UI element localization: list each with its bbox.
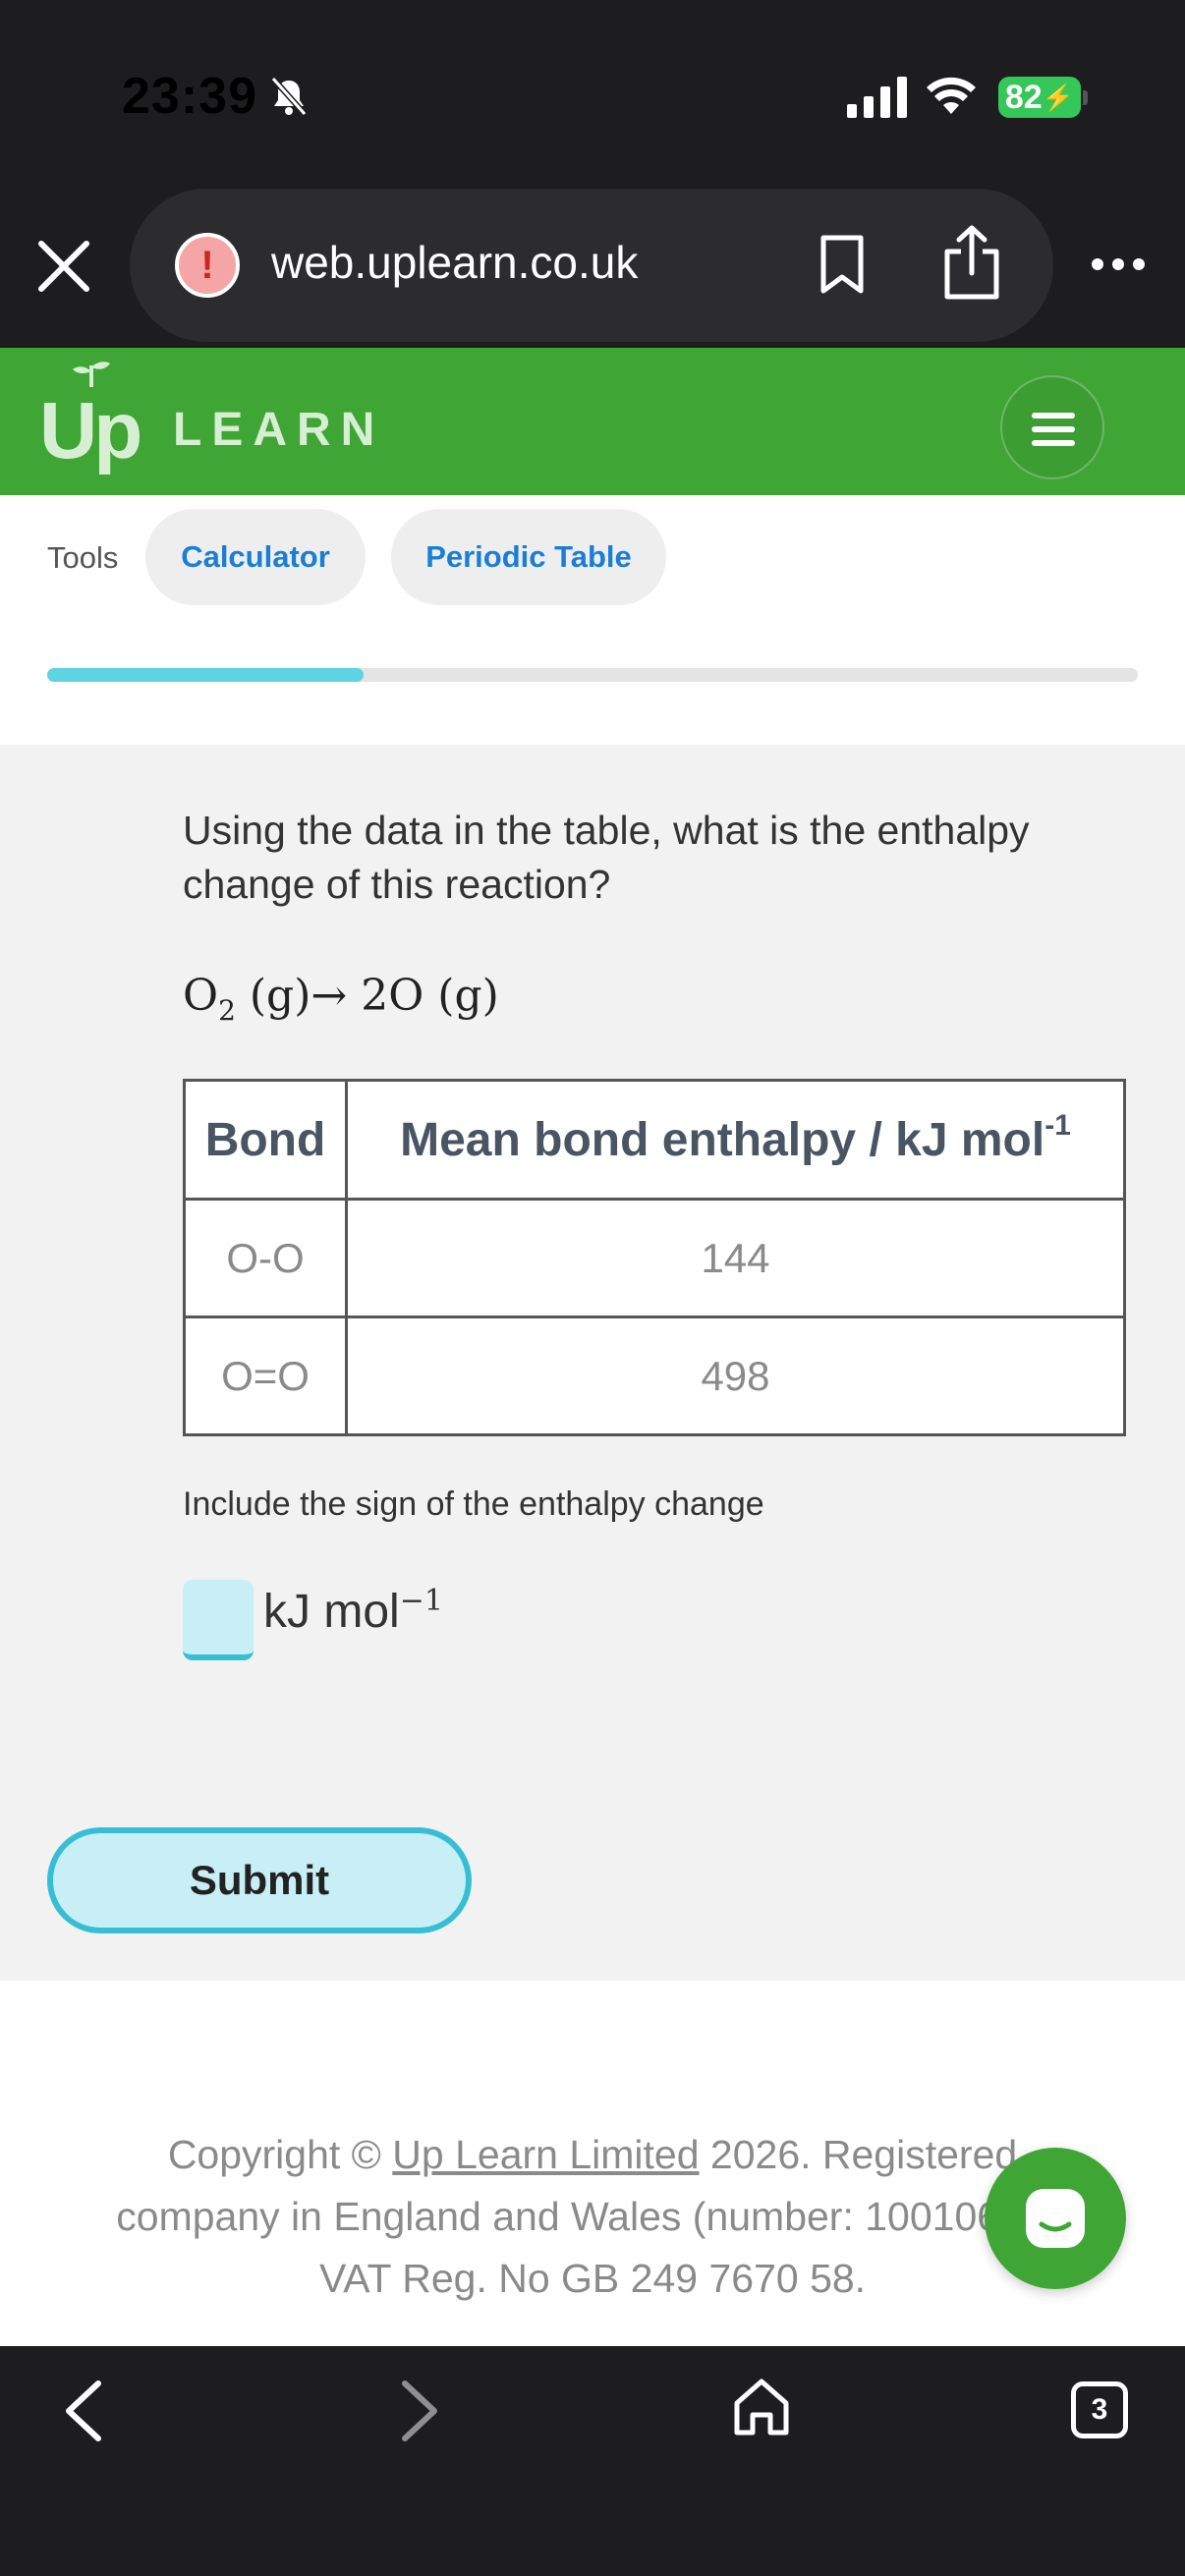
tab-count: 3 — [1091, 2393, 1108, 2426]
hamburger-menu-button[interactable] — [1000, 375, 1104, 479]
table-cell-bond: O-O — [226, 1234, 305, 1281]
battery-level: 82 — [1004, 78, 1043, 116]
home-icon[interactable] — [731, 2376, 792, 2436]
copyright-text: Copyright © Up Learn Limited 2026. Regis… — [98, 2124, 1087, 2310]
reaction-equation: O2 (g)→ 2O (g) — [183, 971, 499, 1027]
battery-indicator: 82 ⚡ — [998, 77, 1081, 118]
menu-line — [1032, 413, 1075, 419]
battery-nub — [1083, 90, 1088, 105]
unit-text: kJ mol — [263, 1586, 400, 1638]
menu-line — [1032, 440, 1075, 446]
close-icon[interactable] — [35, 238, 92, 295]
more-options-icon[interactable] — [1091, 257, 1146, 271]
bell-muted-icon — [270, 77, 308, 116]
charging-bolt-icon: ⚡ — [1042, 82, 1075, 112]
question-text: Using the data in the table, what is the… — [183, 808, 1030, 907]
security-warning-icon[interactable]: ! — [175, 233, 240, 298]
equation-subscript: 2 — [218, 993, 236, 1027]
calculator-button[interactable]: Calculator — [145, 509, 366, 605]
header-enthalpy-text: Mean bond enthalpy / kJ mol — [400, 1113, 1045, 1166]
bookmark-icon[interactable] — [818, 234, 867, 295]
table-header-bond: Bond — [204, 1113, 326, 1166]
table-cell-value: 498 — [701, 1352, 770, 1399]
periodic-table-button[interactable]: Periodic Table — [391, 509, 666, 605]
submit-button[interactable]: Submit — [47, 1827, 472, 1933]
unit-superscript: −1 — [399, 1584, 443, 1618]
url-text[interactable]: web.uplearn.co.uk — [271, 236, 638, 289]
table-cell-bond: O=O — [221, 1352, 310, 1399]
status-time: 23:39 — [122, 68, 257, 125]
forward-icon[interactable] — [399, 2378, 442, 2444]
menu-line — [1032, 426, 1075, 432]
copyright-prefix: Copyright © — [167, 2132, 393, 2177]
answer-input[interactable] — [183, 1580, 254, 1660]
table-header-enthalpy: Mean bond enthalpy / kJ mol -1 — [348, 1082, 1123, 1198]
company-link[interactable]: Up Learn Limited — [392, 2132, 699, 2177]
table-cell-value: 144 — [701, 1234, 770, 1281]
wifi-icon — [927, 77, 976, 114]
chat-button[interactable] — [985, 2148, 1126, 2289]
cellular-signal-icon — [847, 77, 907, 118]
back-icon[interactable] — [61, 2378, 104, 2444]
tabs-button[interactable]: 3 — [1071, 2381, 1128, 2438]
answer-unit: kJ mol−1 — [263, 1584, 443, 1639]
logo-wordmark[interactable]: LEARN — [173, 403, 384, 457]
tools-label: Tools — [47, 540, 119, 575]
equation-rest: (g)→ 2O (g) — [235, 971, 499, 1021]
chat-icon — [1026, 2189, 1085, 2248]
browser-bottom-nav — [0, 2346, 1185, 2576]
equation-reactant: O — [183, 971, 219, 1021]
header-superscript: -1 — [1044, 1109, 1071, 1142]
bond-enthalpy-table: Bond Mean bond enthalpy / kJ mol -1 O-O 1… — [183, 1079, 1126, 1436]
share-icon[interactable] — [941, 224, 1002, 301]
progress-fill — [47, 668, 364, 682]
logo-up-mark[interactable]: Up — [39, 385, 142, 477]
hint-text: Include the sign of the enthalpy change — [183, 1485, 764, 1523]
